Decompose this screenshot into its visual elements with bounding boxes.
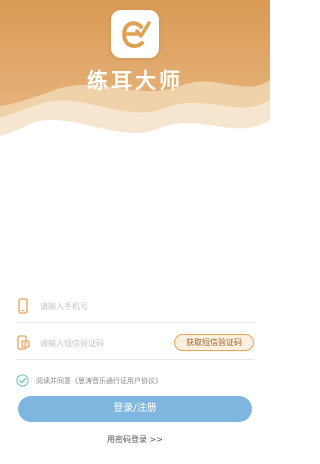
mobile-phone-icon	[18, 298, 28, 314]
password-login-link[interactable]: 用密码登录 >>	[0, 434, 270, 446]
code-field-row: 获取短信验证码	[16, 329, 254, 360]
sms-code-icon	[17, 335, 30, 350]
login-register-button[interactable]: 登录/注册	[18, 396, 252, 422]
get-sms-code-button[interactable]: 获取短信验证码	[174, 334, 254, 351]
sms-code-input[interactable]	[40, 334, 190, 352]
app-logo	[111, 10, 159, 58]
app-title: 练耳大师	[87, 69, 183, 93]
user-agreement-link[interactable]: 《思涛音乐通行证用户协议》	[71, 377, 162, 385]
check-circle-icon[interactable]	[16, 374, 29, 387]
login-screen: 练耳大师 获取短信验证码 阅读并同意《思涛音乐通行证用户协议》 登录/注册 用密…	[0, 0, 270, 464]
phone-input[interactable]	[40, 297, 190, 315]
agreement-text: 阅读并同意《思涛音乐通行证用户协议》	[36, 375, 162, 387]
agreement-prefix: 阅读并同意	[36, 377, 71, 385]
ear-check-logo-icon	[122, 21, 151, 48]
phone-field-row	[16, 292, 254, 323]
agreement-row: 阅读并同意《思涛音乐通行证用户协议》	[16, 374, 256, 388]
